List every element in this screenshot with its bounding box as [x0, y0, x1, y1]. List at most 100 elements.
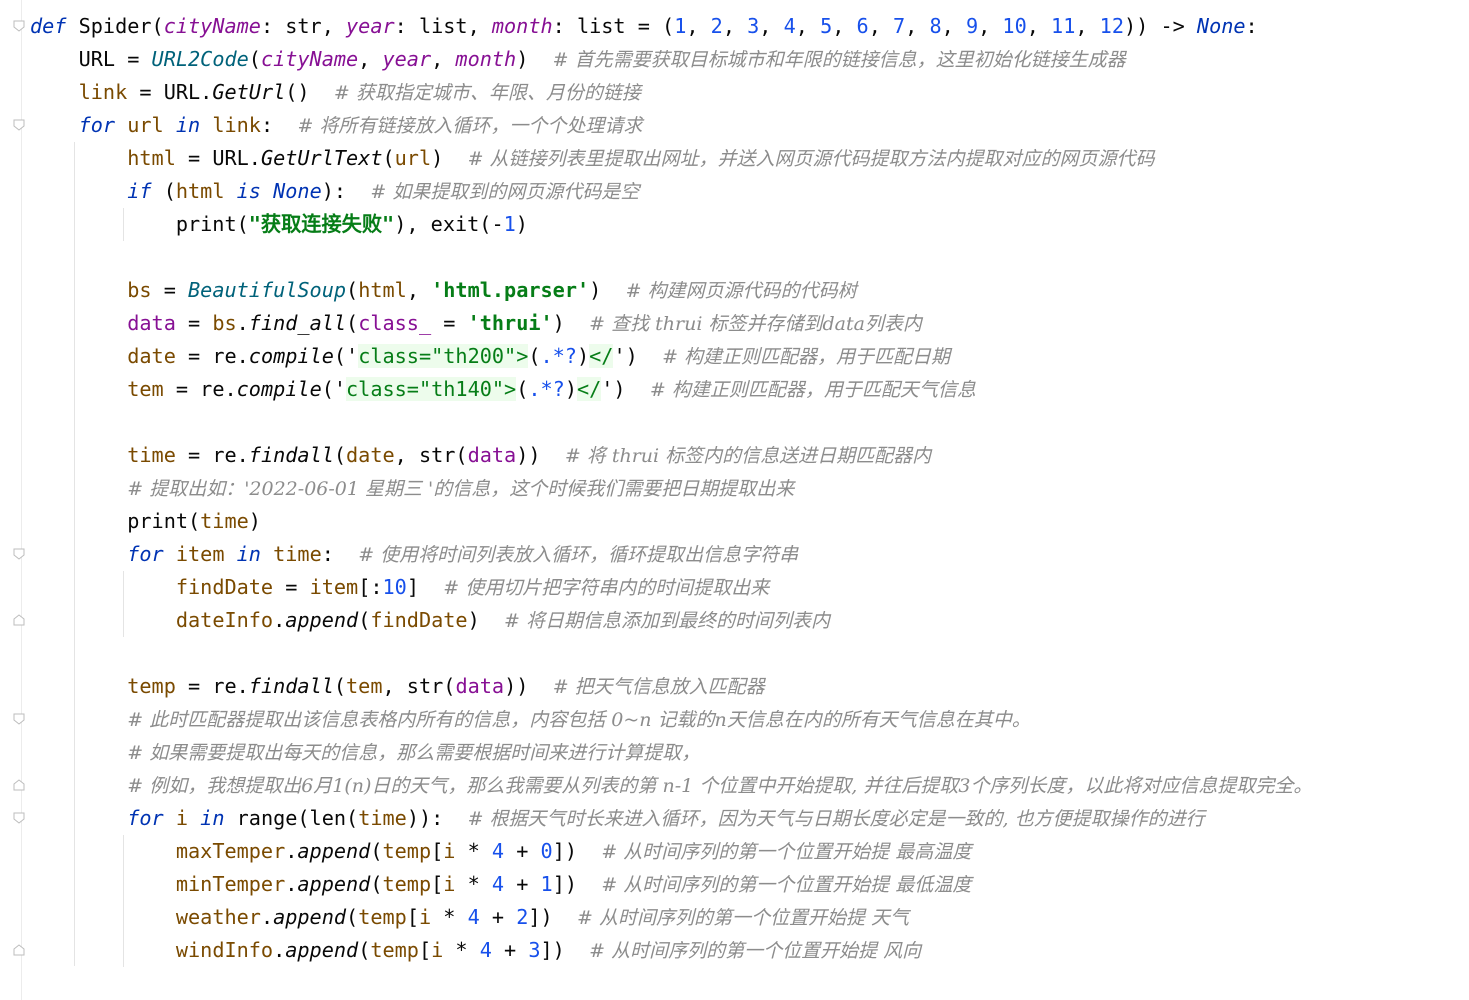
- code-token: )): [504, 674, 553, 698]
- code-line[interactable]: html = URL.GetUrlText(url) # 从链接列表里提取出网址…: [30, 142, 1469, 175]
- code-token: (': [333, 344, 359, 368]
- code-token: [: [418, 938, 432, 962]
- code-token: (: [346, 311, 359, 335]
- code-token: month: [491, 14, 553, 38]
- code-token: year: [382, 47, 432, 71]
- code-token: date: [346, 443, 395, 467]
- code-line[interactable]: maxTemper.append(temp[i * 4 + 0]) # 从时间序…: [30, 835, 1469, 868]
- code-token: ]: [406, 575, 444, 599]
- code-line[interactable]: date = re.compile('class="th200">(.*?)</…: [30, 340, 1469, 373]
- code-token: 5: [820, 14, 833, 38]
- code-token: "获取连接失败": [248, 212, 395, 236]
- fold-open-icon[interactable]: [13, 548, 25, 560]
- code-line[interactable]: # 此时匹配器提取出该信息表格内所有的信息，内容包括 0~n 记载的n天信息在内…: [30, 703, 1469, 736]
- code-token: ): [248, 509, 261, 533]
- code-line[interactable]: URL = URL2Code(cityName, year, month) # …: [30, 43, 1469, 76]
- code-token: = re.: [175, 443, 249, 467]
- code-line[interactable]: # 例如，我想提取出6月1(n)日的天气，那么我需要从列表的第 n-1 个位置中…: [30, 769, 1469, 802]
- code-token: for: [78, 113, 116, 137]
- code-comment: # 从时间序列的第一个位置开始提 最高温度: [601, 841, 972, 863]
- code-line[interactable]: [30, 241, 1469, 274]
- code-token: in: [200, 806, 225, 830]
- code-comment: # 构建正则匹配器，用于匹配天气信息: [649, 379, 976, 401]
- code-token: : str,: [260, 14, 347, 38]
- code-line[interactable]: findDate = item[:10] # 使用切片把字符串内的时间提取出来: [30, 571, 1469, 604]
- code-token: 4: [467, 905, 480, 929]
- code-token: i: [418, 905, 432, 929]
- code-line[interactable]: print("获取连接失败"), exit(-1): [30, 208, 1469, 241]
- code-line[interactable]: [30, 406, 1469, 439]
- code-token: 12: [1099, 14, 1124, 38]
- code-token: 'html.parser': [431, 278, 590, 302]
- code-line[interactable]: for i in range(len(time)): # 根据天气时长来进入循环…: [30, 802, 1469, 835]
- code-line[interactable]: data = bs.find_all(class_ = 'thrui') # 查…: [30, 307, 1469, 340]
- code-line[interactable]: minTemper.append(temp[i * 4 + 1]) # 从时间序…: [30, 868, 1469, 901]
- code-token: ]): [528, 905, 577, 929]
- code-token: html: [127, 146, 176, 170]
- fold-close-icon[interactable]: [13, 614, 25, 626]
- code-line[interactable]: temp = re.findall(tem, str(data)) # 把天气信…: [30, 670, 1469, 703]
- code-token: 1: [540, 872, 553, 896]
- code-line[interactable]: [30, 637, 1469, 670]
- code-token: bs: [212, 311, 237, 335]
- code-comment: # 将所有链接放入循环，一个个处理请求: [297, 115, 643, 137]
- code-token: cityName: [260, 47, 359, 71]
- code-token: 11: [1051, 14, 1076, 38]
- fold-close-icon[interactable]: [13, 944, 25, 956]
- code-line[interactable]: windInfo.append(temp[i * 4 + 3]) # 从时间序列…: [30, 934, 1469, 967]
- code-token: BeautifulSoup: [188, 278, 347, 302]
- code-editor[interactable]: def Spider(cityName: str, year: list, mo…: [0, 0, 1469, 1000]
- code-comment: # 此时匹配器提取出该信息表格内所有的信息，内容包括 0~n 记载的n天信息在内…: [127, 709, 1031, 731]
- code-token: 2: [710, 14, 723, 38]
- code-token: (: [248, 47, 261, 71]
- code-line[interactable]: dateInfo.append(findDate) # 将日期信息添加到最终的时…: [30, 604, 1469, 637]
- code-token: tem: [346, 674, 383, 698]
- code-token: i: [443, 872, 456, 896]
- code-token: URL2Code: [151, 47, 249, 71]
- code-line[interactable]: for item in time: # 使用将时间列表放入循环，循环提取出信息字…: [30, 538, 1469, 571]
- code-token: if: [127, 179, 152, 203]
- code-token: Spider(: [66, 14, 164, 38]
- code-token: (: [151, 179, 176, 203]
- code-line[interactable]: weather.append(temp[i * 4 + 2]) # 从时间序列的…: [30, 901, 1469, 934]
- code-token: +: [491, 938, 529, 962]
- code-line[interactable]: # 如果需要提取出每天的信息，那么需要根据时间来进行计算提取，: [30, 736, 1469, 769]
- code-line[interactable]: for url in link: # 将所有链接放入循环，一个个处理请求: [30, 109, 1469, 142]
- code-token: compile: [248, 344, 334, 368]
- code-token: (: [346, 905, 359, 929]
- code-lines[interactable]: def Spider(cityName: str, year: list, mo…: [30, 10, 1469, 967]
- code-token: i: [443, 839, 456, 863]
- code-token: =: [151, 278, 189, 302]
- code-token: .*?: [528, 377, 565, 401]
- fold-open-icon[interactable]: [13, 812, 25, 824]
- code-token: temp: [127, 674, 176, 698]
- code-line[interactable]: # 提取出如：'2022-06-01 星期三 '的信息，这个时候我们需要把日期提…: [30, 472, 1469, 505]
- editor-gutter: [0, 0, 22, 1000]
- code-token: 4: [491, 872, 505, 896]
- fold-open-icon[interactable]: [13, 20, 25, 32]
- code-token: URL =: [30, 47, 152, 71]
- code-line[interactable]: link = URL.GetUrl() # 获取指定城市、年限、月份的链接: [30, 76, 1469, 109]
- code-token: ,: [406, 278, 432, 302]
- code-line[interactable]: bs = BeautifulSoup(html, 'html.parser') …: [30, 274, 1469, 307]
- code-token: html: [358, 278, 407, 302]
- code-line[interactable]: print(time): [30, 505, 1469, 538]
- fold-close-icon[interactable]: [13, 779, 25, 791]
- code-line[interactable]: tem = re.compile('class="th140">(.*?)</'…: [30, 373, 1469, 406]
- fold-open-icon[interactable]: [13, 119, 25, 131]
- code-line[interactable]: if (html is None): # 如果提取到的网页源代码是空: [30, 175, 1469, 208]
- code-line[interactable]: def Spider(cityName: str, year: list, mo…: [30, 10, 1469, 43]
- code-token: [:: [358, 575, 383, 599]
- code-line[interactable]: time = re.findall(date, str(data)) # 将 t…: [30, 439, 1469, 472]
- fold-open-icon[interactable]: [13, 713, 25, 725]
- code-token: data: [455, 674, 505, 698]
- code-token: ,: [722, 14, 748, 38]
